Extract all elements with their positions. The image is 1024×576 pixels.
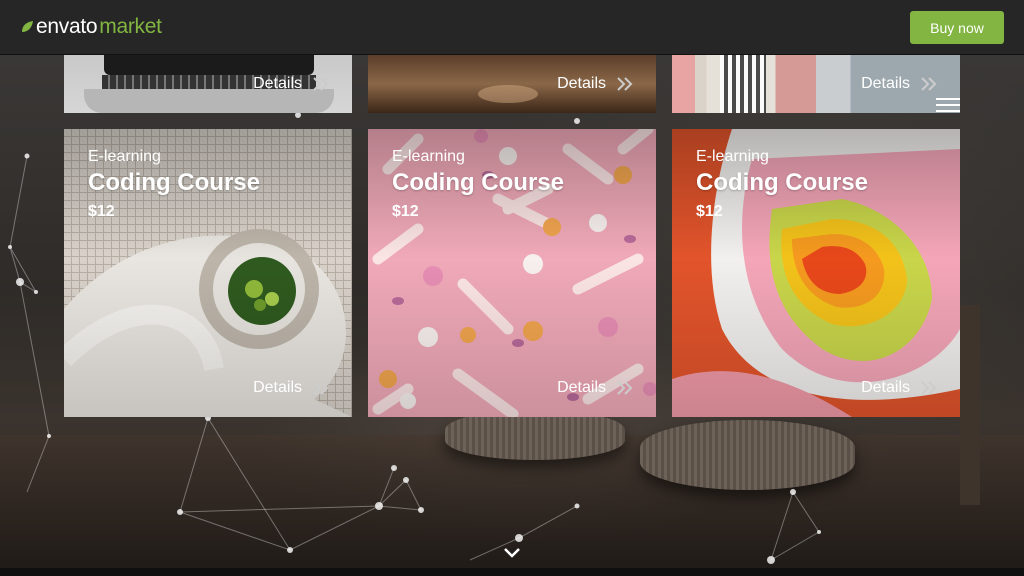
top-bar: envato market Buy now <box>0 0 1024 55</box>
top-card-2[interactable]: Details <box>368 55 656 113</box>
hamburger-menu-icon[interactable] <box>936 98 960 116</box>
course-title[interactable]: Coding Course <box>88 169 260 197</box>
double-chevron-right-icon <box>617 381 633 395</box>
course-title[interactable]: Coding Course <box>696 169 868 197</box>
logo-text-envato: envato <box>36 15 98 38</box>
course-card-1[interactable]: E-learning Coding Course $12 Details <box>64 129 352 417</box>
top-card-3[interactable]: Details <box>672 55 960 113</box>
course-price: $12 <box>696 203 723 220</box>
course-card-3[interactable]: E-learning Coding Course $12 Details <box>672 129 960 417</box>
details-label: Details <box>557 75 606 92</box>
double-chevron-right-icon <box>313 77 329 91</box>
chevron-down-icon[interactable] <box>502 546 522 560</box>
course-price: $12 <box>392 203 419 220</box>
buy-now-button[interactable]: Buy now <box>910 11 1004 44</box>
course-category: E-learning <box>696 148 769 165</box>
course-price: $12 <box>88 203 115 220</box>
details-link[interactable]: Details <box>557 75 634 93</box>
details-link[interactable]: Details <box>253 75 330 93</box>
bottom-strip <box>0 568 1024 576</box>
course-card-2[interactable]: E-learning Coding Course $12 Details <box>368 129 656 417</box>
details-label: Details <box>861 379 910 396</box>
details-link[interactable]: Details <box>861 75 938 93</box>
course-category: E-learning <box>392 148 465 165</box>
details-link[interactable]: Details <box>253 379 330 397</box>
details-label: Details <box>253 379 302 396</box>
double-chevron-right-icon <box>313 381 329 395</box>
envato-market-logo[interactable]: envato market <box>20 15 162 39</box>
logo-text-market: market <box>99 15 162 38</box>
leaf-icon <box>22 21 33 32</box>
details-label: Details <box>557 379 606 396</box>
details-label: Details <box>861 75 910 92</box>
details-link[interactable]: Details <box>557 379 634 397</box>
course-category: E-learning <box>88 148 161 165</box>
double-chevron-right-icon <box>921 77 937 91</box>
details-link[interactable]: Details <box>861 379 938 397</box>
details-label: Details <box>253 75 302 92</box>
course-title[interactable]: Coding Course <box>392 169 564 197</box>
double-chevron-right-icon <box>617 77 633 91</box>
double-chevron-right-icon <box>921 381 937 395</box>
top-card-1[interactable]: Details <box>64 55 352 113</box>
